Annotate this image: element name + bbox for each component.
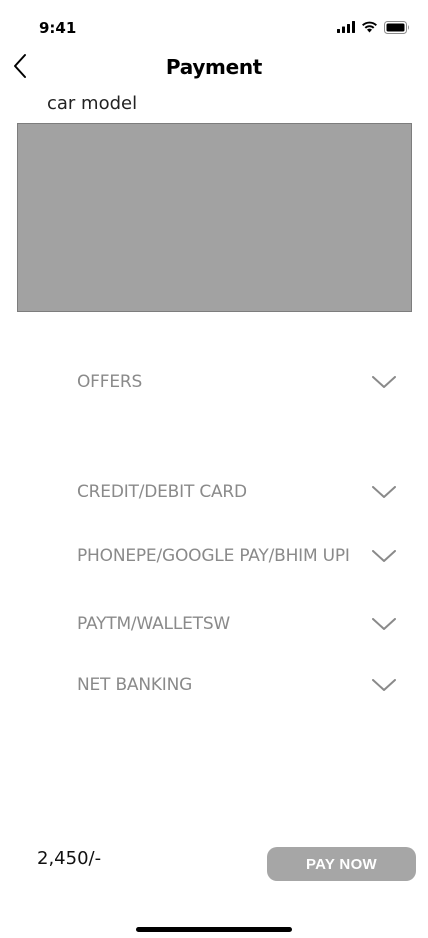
chevron-down-icon [371,677,397,693]
option-upi[interactable]: PHONEPE/GOOGLE PAY/BHIM UPI [77,541,397,571]
option-label: NET BANKING [77,675,193,695]
total-price: 2,450/- [37,848,102,869]
chevron-down-icon [371,374,397,390]
status-time: 9:41 [39,19,77,37]
option-credit-debit-card[interactable]: CREDIT/DEBIT CARD [77,477,397,507]
pay-now-button[interactable]: PAY NOW [267,847,416,881]
battery-icon [384,20,409,34]
signal-icon [337,21,355,33]
status-icons [337,20,410,34]
car-model-label: car model [47,93,138,114]
option-label: CREDIT/DEBIT CARD [77,482,247,502]
wifi-icon [362,21,377,33]
chevron-down-icon [371,548,397,564]
chevron-down-icon [371,616,397,632]
option-label: OFFERS [77,372,143,392]
option-label: PAYTM/WALLETSW [77,614,231,634]
option-label: PHONEPE/GOOGLE PAY/BHIM UPI [77,546,350,566]
page-title: Payment [165,55,263,79]
option-offers[interactable]: OFFERS [77,367,397,397]
car-image-placeholder [17,123,412,312]
chevron-down-icon [371,484,397,500]
home-indicator [136,927,292,932]
option-paytm-wallets[interactable]: PAYTM/WALLETSW [77,609,397,639]
option-net-banking[interactable]: NET BANKING [77,670,397,700]
